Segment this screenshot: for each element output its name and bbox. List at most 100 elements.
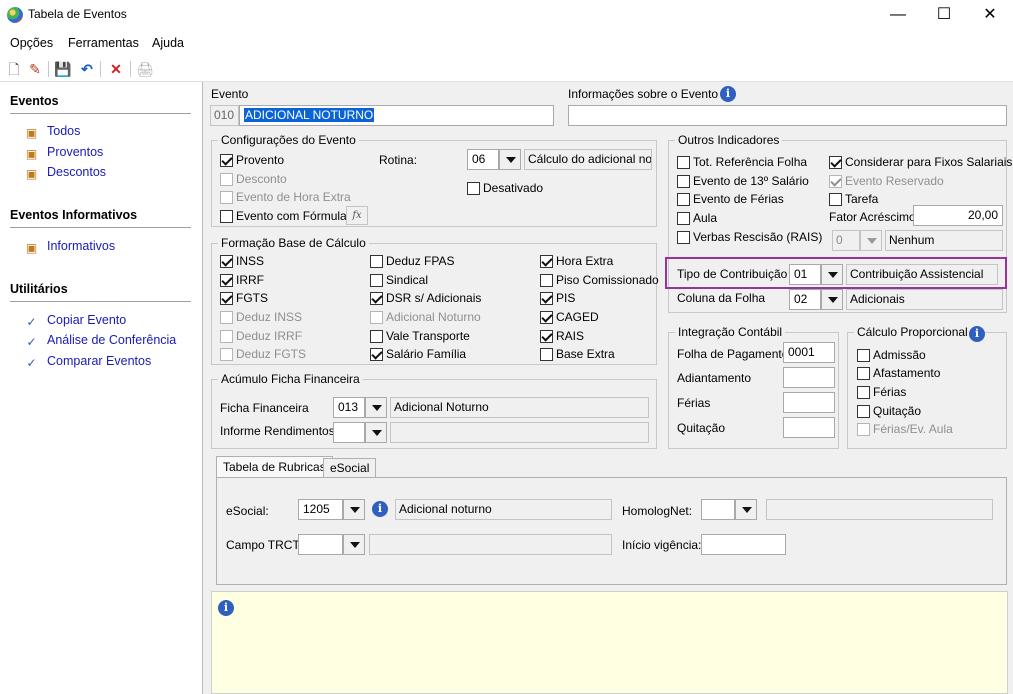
info-sobre-input[interactable] — [568, 105, 1007, 126]
list-icon: ▣ — [25, 147, 38, 161]
inss-checkbox[interactable]: INSS — [220, 253, 264, 269]
provento-checkbox[interactable]: Provento — [220, 152, 284, 168]
esocial-dropdown-button[interactable] — [343, 499, 365, 520]
tab-panel-rubricas: eSocial: 1205 i Adicional noturno Homolo… — [216, 477, 1007, 585]
verbas-code: 0 — [832, 230, 860, 251]
info-icon[interactable]: i — [372, 501, 388, 517]
integracao-contabil-title: Integração Contábil — [675, 325, 786, 339]
base-extra-checkbox[interactable]: Base Extra — [540, 346, 615, 362]
coluna-folha-input[interactable]: 02 — [789, 289, 821, 310]
info-panel: i — [211, 591, 1008, 694]
fgts-checkbox[interactable]: FGTS — [220, 290, 268, 306]
delete-icon[interactable]: ✕ — [107, 60, 125, 78]
hora-extra-checkbox[interactable]: Evento de Hora Extra — [220, 189, 351, 205]
formula-fx-button[interactable]: fx — [346, 206, 368, 225]
pis-checkbox[interactable]: PIS — [540, 290, 575, 306]
afastamento-checkbox[interactable]: Afastamento — [857, 365, 940, 381]
list-icon: ▣ — [25, 167, 38, 181]
sidebar-divider — [10, 113, 191, 114]
coluna-folha-label: Coluna da Folha — [677, 291, 766, 305]
aula-checkbox[interactable]: Aula — [677, 210, 717, 226]
evento-label: Evento — [211, 87, 249, 101]
tab-tabela-rubricas[interactable]: Tabela de Rubricas — [216, 456, 333, 479]
adicional-noturno-checkbox[interactable]: Adicional Noturno — [370, 309, 481, 325]
edit-icon[interactable]: ✎ — [26, 60, 44, 78]
rais-checkbox[interactable]: RAIS — [540, 328, 584, 344]
sidebar-item-todos[interactable]: ▣ Todos — [24, 124, 81, 140]
deduz-fgts-checkbox[interactable]: Deduz FGTS — [220, 346, 306, 362]
sidebar-divider — [10, 301, 191, 302]
sidebar-item-descontos[interactable]: ▣ Descontos — [24, 165, 106, 181]
sidebar-item-informativos[interactable]: ▣ Informativos — [24, 239, 115, 255]
ferias-ev-aula-checkbox[interactable]: Férias/Ev. Aula — [857, 421, 953, 437]
informe-dropdown-button[interactable] — [365, 422, 387, 443]
fator-acrescimo-input[interactable]: 20,00 — [913, 205, 1003, 226]
formula-checkbox[interactable]: Evento com Fórmula — [220, 208, 347, 224]
verbas-rescisao-checkbox[interactable]: Verbas Rescisão (RAIS) — [677, 229, 822, 245]
piso-comissionado-checkbox[interactable]: Piso Comissionado — [540, 272, 659, 288]
sidebar-item-copiar-evento[interactable]: ✓ Copiar Evento — [24, 313, 126, 329]
salario-familia-checkbox[interactable]: Salário Família — [370, 346, 466, 362]
deduz-inss-checkbox[interactable]: Deduz INSS — [220, 309, 302, 325]
homolognet-code-input[interactable] — [701, 499, 735, 520]
sidebar-item-comparar-eventos[interactable]: ✓ Comparar Eventos — [24, 354, 151, 370]
minimize-button[interactable]: — — [875, 0, 921, 30]
desativado-checkbox[interactable]: Desativado — [467, 180, 543, 196]
vale-transporte-checkbox[interactable]: Vale Transporte — [370, 328, 470, 344]
calculo-proporcional-title: Cálculo Proporcional — [854, 325, 971, 339]
informe-code-input[interactable] — [333, 422, 365, 443]
tot-referencia-checkbox[interactable]: Tot. Referência Folha — [677, 154, 807, 170]
maximize-button[interactable]: ☐ — [921, 0, 967, 30]
ficha-code-input[interactable]: 013 — [333, 397, 365, 418]
ferias-proporcional-checkbox[interactable]: Férias — [857, 384, 906, 400]
deduz-irrf-checkbox[interactable]: Deduz IRRF — [220, 328, 302, 344]
admissao-checkbox[interactable]: Admissão — [857, 347, 926, 363]
homolognet-dropdown-button[interactable] — [735, 499, 757, 520]
coluna-folha-dropdown-button[interactable] — [821, 289, 843, 310]
evento-ferias-checkbox[interactable]: Evento de Férias — [677, 191, 784, 207]
print-icon[interactable]: 🖨 — [136, 60, 154, 78]
menu-opcoes[interactable]: Opções — [10, 36, 53, 50]
ficha-dropdown-button[interactable] — [365, 397, 387, 418]
campo-trct-input[interactable] — [298, 534, 343, 555]
ferias-contabil-label: Férias — [677, 396, 711, 410]
verbas-dropdown-button[interactable] — [860, 230, 882, 251]
save-icon[interactable]: 💾 — [54, 60, 72, 78]
folha-pagamento-label: Folha de Pagamento — [677, 347, 789, 361]
sidebar-item-proventos[interactable]: ▣ Proventos — [24, 145, 103, 161]
adiantamento-input[interactable] — [783, 367, 835, 388]
tarefa-checkbox[interactable]: Tarefa — [829, 191, 878, 207]
menu-ajuda[interactable]: Ajuda — [152, 36, 184, 50]
inicio-vigencia-input[interactable] — [701, 534, 786, 555]
esocial-code-input[interactable]: 1205 — [298, 499, 343, 520]
close-button[interactable]: ✕ — [967, 0, 1013, 30]
dsr-adicionais-checkbox[interactable]: DSR s/ Adicionais — [370, 290, 481, 306]
tab-esocial[interactable]: eSocial — [323, 458, 377, 478]
info-icon[interactable]: i — [720, 86, 736, 102]
homolognet-desc — [766, 499, 993, 520]
info-icon[interactable]: i — [969, 326, 985, 342]
menu-ferramentas[interactable]: Ferramentas — [68, 36, 139, 50]
rotina-dropdown-button[interactable] — [499, 149, 521, 170]
sindical-checkbox[interactable]: Sindical — [370, 272, 428, 288]
quitacao-proporcional-checkbox[interactable]: Quitação — [857, 403, 921, 419]
desconto-checkbox[interactable]: Desconto — [220, 171, 287, 187]
undo-icon[interactable]: ↶ — [78, 60, 96, 78]
sidebar-section-eventos: Eventos — [10, 94, 59, 108]
evento-13-checkbox[interactable]: Evento de 13º Salário — [677, 173, 809, 189]
sidebar-item-analise-conferencia[interactable]: ✓ Análise de Conferência — [24, 333, 176, 349]
hora-extra-base-checkbox[interactable]: Hora Extra — [540, 253, 613, 269]
deduz-fpas-checkbox[interactable]: Deduz FPAS — [370, 253, 454, 269]
ferias-contabil-input[interactable] — [783, 392, 835, 413]
evento-reservado-checkbox[interactable]: Evento Reservado — [829, 173, 944, 189]
new-icon[interactable]: 🗋 — [5, 60, 23, 78]
considerar-fixos-checkbox[interactable]: Considerar para Fixos Salariais — [829, 154, 1012, 170]
irrf-checkbox[interactable]: IRRF — [220, 272, 264, 288]
rotina-code-input[interactable]: 06 — [467, 149, 499, 170]
folha-pagamento-input[interactable]: 0001 — [783, 342, 835, 363]
caged-checkbox[interactable]: CAGED — [540, 309, 599, 325]
campo-trct-dropdown-button[interactable] — [343, 534, 365, 555]
quitacao-contabil-input[interactable] — [783, 417, 835, 438]
evento-name-input[interactable]: ADICIONAL NOTURNO — [239, 105, 554, 126]
inicio-vigencia-label: Início vigência: — [622, 538, 702, 552]
